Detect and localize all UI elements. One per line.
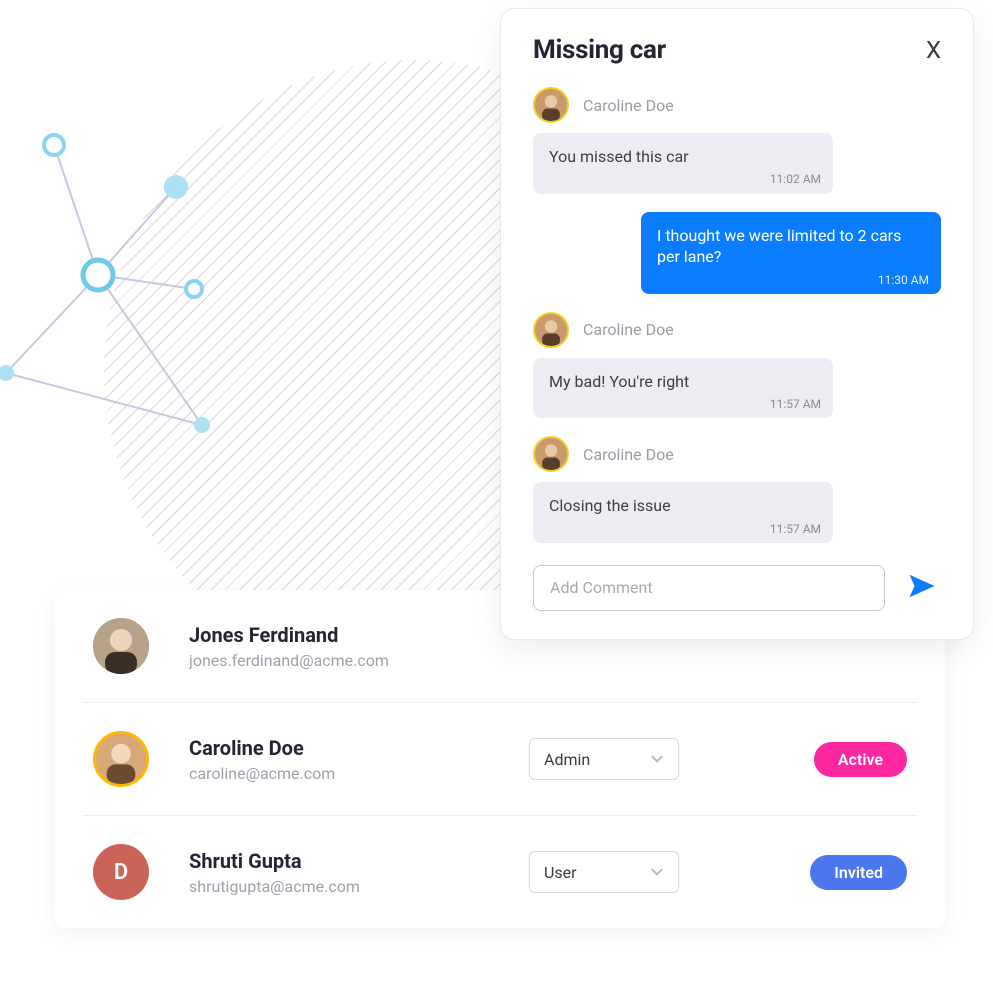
message-time: 11:30 AM xyxy=(878,272,929,288)
avatar xyxy=(93,618,149,674)
comment-input[interactable] xyxy=(533,565,885,611)
message-time: 11:02 AM xyxy=(770,171,821,187)
role-value: Admin xyxy=(544,750,590,769)
avatar xyxy=(93,731,149,787)
message-group: Caroline Doe Closing the issue 11:57 AM xyxy=(533,436,941,543)
user-name: Jones Ferdinand xyxy=(189,623,489,647)
chat-header: Missing car X xyxy=(533,35,941,65)
message-bubble: Closing the issue 11:57 AM xyxy=(533,482,833,543)
message-time: 11:57 AM xyxy=(770,521,821,537)
message-time: 11:57 AM xyxy=(770,396,821,412)
role-value: User xyxy=(544,863,577,882)
message-bubble: I thought we were limited to 2 cars per … xyxy=(641,212,941,294)
message-group: Caroline Doe You missed this car 11:02 A… xyxy=(533,87,941,194)
user-email: shrutigupta@acme.com xyxy=(189,877,489,896)
message-author: Caroline Doe xyxy=(583,445,674,464)
message-text: You missed this car xyxy=(549,147,689,166)
role-select[interactable]: User xyxy=(529,851,679,893)
user-name: Caroline Doe xyxy=(189,736,489,760)
close-icon[interactable]: X xyxy=(926,38,941,62)
message-author-row: Caroline Doe xyxy=(533,312,941,348)
message-bubble: You missed this car 11:02 AM xyxy=(533,133,833,194)
user-row: Caroline Doe caroline@acme.com Admin Act… xyxy=(83,703,917,816)
role-select[interactable]: Admin xyxy=(529,738,679,780)
user-info: Jones Ferdinand jones.ferdinand@acme.com xyxy=(189,623,489,670)
user-email: jones.ferdinand@acme.com xyxy=(189,651,489,670)
avatar xyxy=(533,436,569,472)
avatar-initial: D xyxy=(114,860,128,885)
status-badge: Invited xyxy=(810,855,907,890)
message-group: Caroline Doe My bad! You're right 11:57 … xyxy=(533,312,941,419)
avatar xyxy=(533,87,569,123)
status-badge: Active xyxy=(814,742,907,777)
comment-row xyxy=(533,565,941,611)
users-card: Jones Ferdinand jones.ferdinand@acme.com… xyxy=(55,590,945,928)
message-author-row: Caroline Doe xyxy=(533,87,941,123)
message-author: Caroline Doe xyxy=(583,96,674,115)
user-name: Shruti Gupta xyxy=(189,849,489,873)
avatar: D xyxy=(93,844,149,900)
send-icon xyxy=(907,571,937,601)
chat-title: Missing car xyxy=(533,35,666,65)
send-button[interactable] xyxy=(903,567,941,609)
message-author-row: Caroline Doe xyxy=(533,436,941,472)
message-text: Closing the issue xyxy=(549,496,671,515)
chevron-down-icon xyxy=(650,752,664,766)
chevron-down-icon xyxy=(650,865,664,879)
message-text: I thought we were limited to 2 cars per … xyxy=(657,226,901,267)
user-row: D Shruti Gupta shrutigupta@acme.com User… xyxy=(83,816,917,928)
user-email: caroline@acme.com xyxy=(189,764,489,783)
message-text: My bad! You're right xyxy=(549,372,689,391)
message-bubble: My bad! You're right 11:57 AM xyxy=(533,358,833,419)
user-info: Caroline Doe caroline@acme.com xyxy=(189,736,489,783)
avatar xyxy=(533,312,569,348)
user-info: Shruti Gupta shrutigupta@acme.com xyxy=(189,849,489,896)
message-group: I thought we were limited to 2 cars per … xyxy=(533,212,941,294)
message-author: Caroline Doe xyxy=(583,320,674,339)
chat-panel: Missing car X Caroline Doe You missed th… xyxy=(500,8,974,640)
